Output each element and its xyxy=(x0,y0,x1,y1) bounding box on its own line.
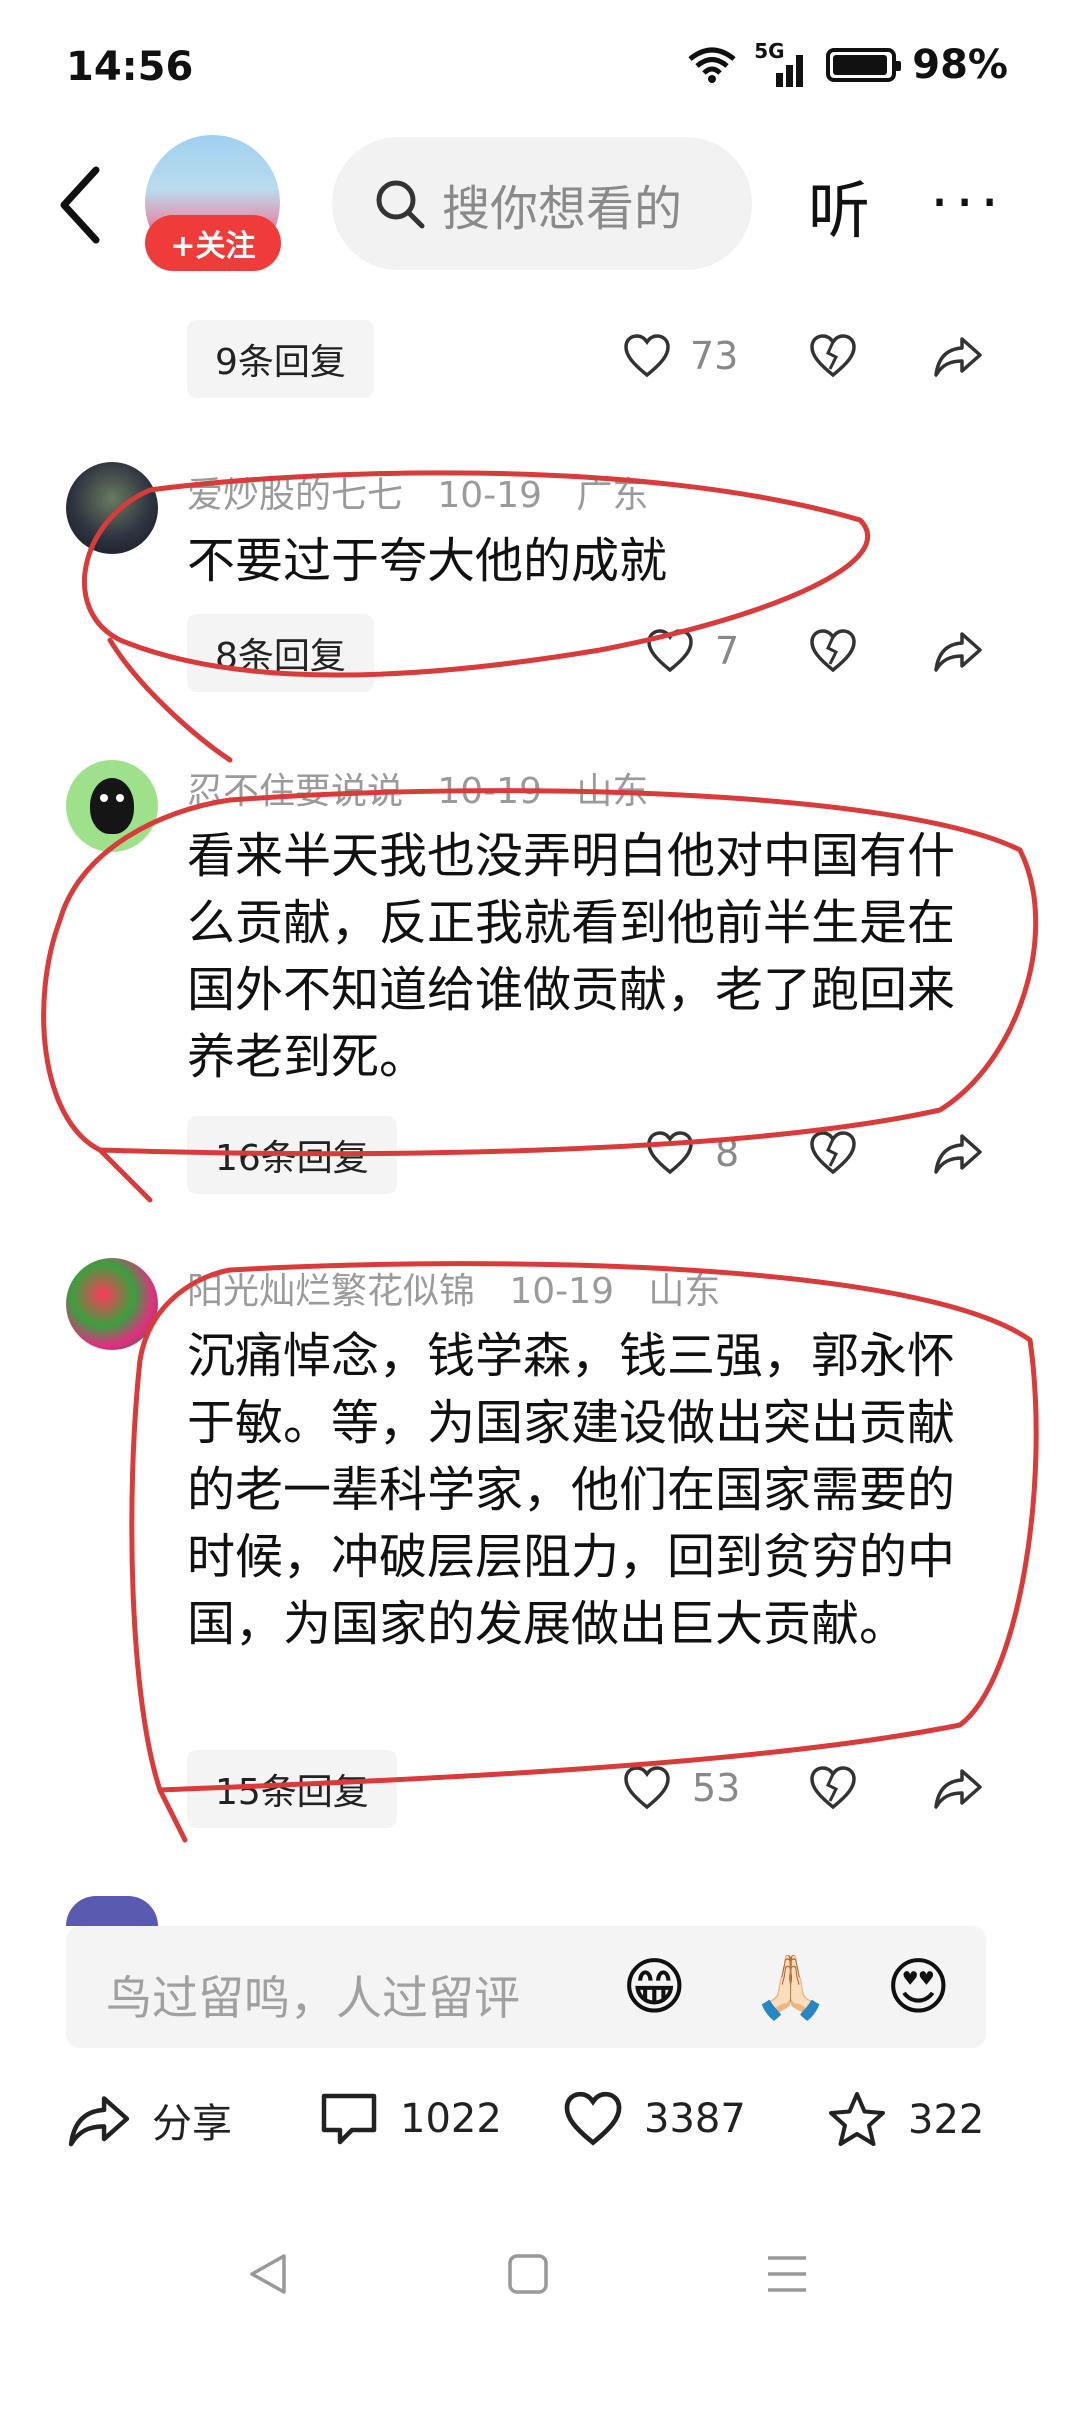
nav-home-icon[interactable] xyxy=(506,2250,550,2298)
emoji-pray-button[interactable]: 🙏🏻 xyxy=(752,1950,829,2024)
share-arrow-icon xyxy=(68,2096,130,2147)
nav-menu-icon[interactable] xyxy=(764,2250,810,2298)
comments-count: 1022 xyxy=(400,2096,502,2142)
like-post-button[interactable]: 3387 xyxy=(562,2090,746,2148)
favorites-count: 322 xyxy=(908,2097,985,2143)
annotation-loop xyxy=(82,470,871,763)
annotation-loop xyxy=(41,788,1039,1203)
heart-icon xyxy=(564,2091,622,2146)
annotation-overlay xyxy=(41,470,1039,1843)
star-icon xyxy=(829,2092,885,2146)
comment-placeholder: 鸟过留鸣，人过留评 xyxy=(106,1971,520,2025)
comment-icon xyxy=(321,2093,377,2145)
favorite-button[interactable]: 322 xyxy=(826,2090,984,2150)
emoji-heart-eyes-button[interactable]: 😍 xyxy=(886,1950,951,2023)
comments-button[interactable]: 1022 xyxy=(318,2090,502,2148)
share-button[interactable]: 分享 xyxy=(66,2090,232,2150)
share-label: 分享 xyxy=(152,2101,232,2147)
annotation-loop xyxy=(129,1261,1039,1843)
emoji-grin-button[interactable]: 😁 xyxy=(622,1950,687,2023)
likes-count: 3387 xyxy=(644,2096,746,2142)
nav-back-icon[interactable] xyxy=(246,2250,290,2298)
